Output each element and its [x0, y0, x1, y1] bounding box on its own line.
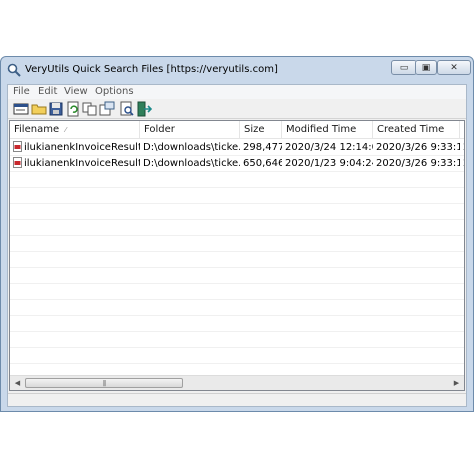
status-bar [8, 393, 466, 406]
close-icon: ✕ [450, 62, 458, 73]
cell-created: 2020/3/26 9:33:13 [376, 142, 460, 153]
table-row[interactable]: ilukianenkInvoiceResult... D:\downloads\… [10, 140, 464, 156]
grip-icon: ||| [102, 379, 106, 387]
column-header-modified[interactable]: Modified Time [282, 121, 373, 139]
empty-row [10, 236, 464, 252]
cell-last: 20 [460, 156, 464, 172]
save-icon[interactable] [48, 101, 64, 117]
close-button[interactable]: ✕ [437, 60, 471, 75]
cell-filename: ilukianenkInvoiceResult... [10, 156, 140, 172]
copy-icon[interactable] [82, 101, 98, 117]
empty-row [10, 172, 464, 188]
find-icon[interactable] [119, 101, 135, 117]
cell-modified: 2020/3/24 12:14:05 [285, 142, 373, 153]
empty-row [10, 188, 464, 204]
app-window: VeryUtils Quick Search Files [https://ve… [0, 56, 474, 412]
menu-view[interactable]: View [64, 85, 88, 99]
empty-row [10, 252, 464, 268]
title-bar[interactable]: VeryUtils Quick Search Files [https://ve… [1, 57, 473, 84]
cell-folder: D:\downloads\ticke... [143, 142, 240, 153]
empty-row [10, 332, 464, 348]
empty-row [10, 348, 464, 364]
scroll-left-button[interactable]: ◀ [10, 376, 25, 390]
cell-last: 20 [460, 140, 464, 156]
cell-folder: D:\downloads\ticke... [143, 158, 240, 169]
rows-container: ilukianenkInvoiceResult... D:\downloads\… [10, 140, 464, 364]
maximize-icon: ▣ [421, 62, 431, 73]
cell-size: 650,646 [243, 158, 282, 169]
empty-row [10, 316, 464, 332]
menu-bar: File Edit View Options [8, 85, 466, 99]
column-header-folder[interactable]: Folder [140, 121, 240, 139]
menu-edit[interactable]: Edit [38, 85, 57, 99]
cell-filename: ilukianenkInvoiceResult... [10, 140, 140, 156]
toolbar [8, 99, 466, 119]
empty-row [10, 204, 464, 220]
menu-file[interactable]: File [13, 85, 30, 99]
horizontal-scrollbar[interactable]: ◀ ||| ▶ [10, 375, 464, 390]
pdf-file-icon [13, 141, 22, 152]
results-list[interactable]: Filename ⁄ Folder Size Modified Time Crea… [9, 120, 465, 391]
cell-size: 298,477 [243, 142, 282, 153]
minimize-icon: ▭ [399, 62, 409, 73]
cell-modified: 2020/1/23 9:04:24 [285, 158, 373, 169]
column-header-created[interactable]: Created Time [373, 121, 460, 139]
open-folder-icon[interactable] [31, 101, 47, 117]
magnifier-app-icon [7, 63, 21, 77]
maximize-button[interactable]: ▣ [415, 60, 437, 75]
scroll-thumb[interactable]: ||| [25, 378, 183, 388]
column-header-size[interactable]: Size [240, 121, 282, 139]
column-header-last[interactable]: La [460, 121, 464, 139]
column-header-filename[interactable]: Filename ⁄ [10, 121, 140, 139]
cell-created: 2020/3/26 9:33:13 [376, 158, 460, 169]
empty-row [10, 220, 464, 236]
sort-indicator-icon: ⁄ [65, 126, 67, 134]
empty-row [10, 268, 464, 284]
refresh-icon[interactable] [65, 101, 81, 117]
exit-icon[interactable] [136, 101, 152, 117]
empty-row [10, 284, 464, 300]
pdf-file-icon [13, 157, 22, 168]
empty-row [10, 300, 464, 316]
menu-options[interactable]: Options [95, 85, 134, 99]
options-icon[interactable] [99, 101, 115, 117]
list-header: Filename ⁄ Folder Size Modified Time Crea… [10, 121, 464, 139]
chevron-right-icon: ▶ [453, 379, 460, 387]
scroll-right-button[interactable]: ▶ [449, 376, 464, 390]
properties-icon[interactable] [13, 101, 29, 117]
client-area: File Edit View Options Filename ⁄ Folder… [7, 84, 467, 407]
table-row[interactable]: ilukianenkInvoiceResult... D:\downloads\… [10, 156, 464, 172]
minimize-button[interactable]: ▭ [391, 60, 417, 75]
window-title: VeryUtils Quick Search Files [https://ve… [25, 64, 278, 75]
chevron-left-icon: ◀ [14, 379, 21, 387]
